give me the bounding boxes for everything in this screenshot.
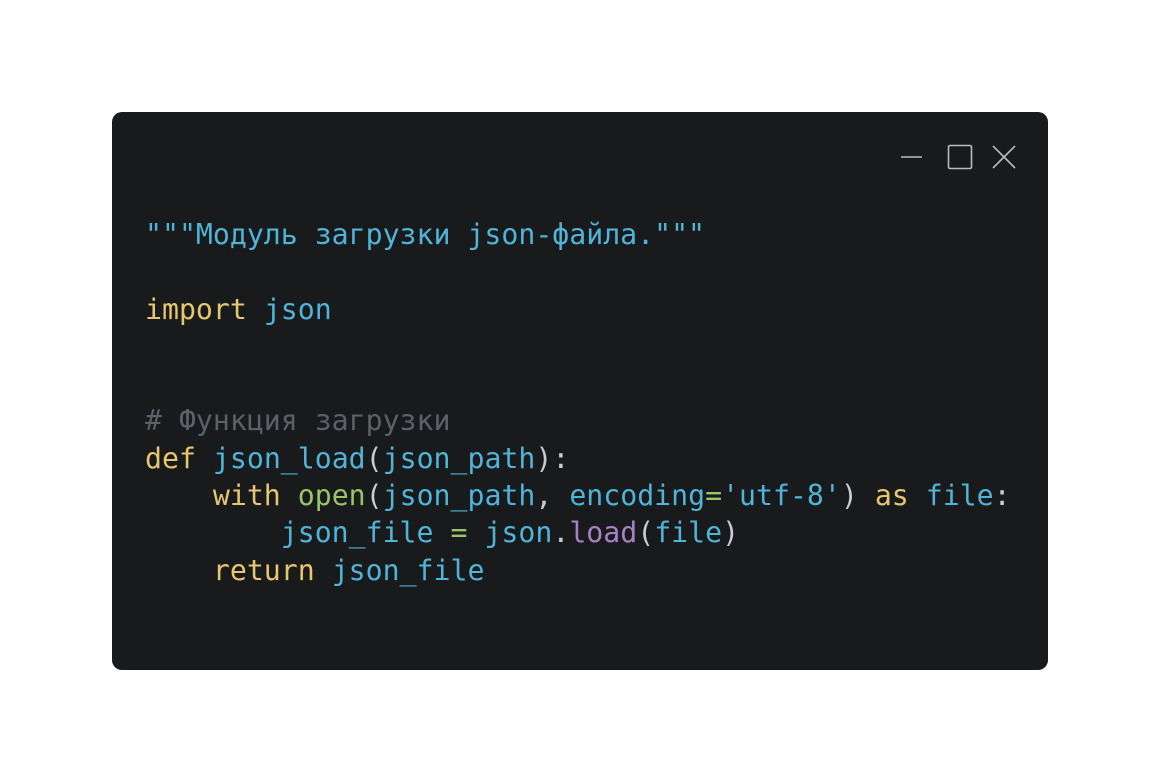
code-token-punctuation: ) [840, 479, 875, 513]
code-token-identifier: json_path [382, 479, 536, 513]
code-token-punctuation [467, 516, 484, 549]
window-controls [0, 144, 1160, 170]
code-token-punctuation: : [993, 479, 1011, 513]
code-token-keyword: import [145, 292, 247, 326]
code-token-identifier: file [654, 516, 723, 550]
code-token-identifier: encoding [569, 479, 706, 513]
code-token-punctuation: ): [535, 441, 570, 475]
code-token-punctuation [196, 442, 213, 475]
code-token-punctuation [145, 554, 213, 587]
code-token-punctuation [145, 479, 213, 512]
code-line: # Функция загрузки [145, 402, 1011, 439]
code-token-punctuation [909, 479, 926, 512]
code-token-punctuation: ( [365, 479, 383, 513]
code-token-identifier: json_load [212, 441, 366, 475]
code-token-punctuation: ( [365, 441, 383, 475]
code-token-keyword: return [212, 553, 315, 587]
code-line: import json [145, 291, 1011, 328]
code-token-operator: = [705, 479, 723, 513]
code-token-punctuation [281, 479, 298, 512]
code-token-comment: # Функция загрузки [145, 404, 451, 438]
code-line: json_file = json.load(file) [145, 514, 1011, 551]
code-token-keyword: with [212, 479, 281, 513]
code-token-punctuation: ( [637, 516, 655, 550]
minimize-icon[interactable] [898, 144, 924, 170]
code-token-identifier: json [484, 516, 553, 550]
code-line: with open(json_path, encoding='utf-8') a… [145, 477, 1011, 514]
code-token-identifier: json_file [280, 516, 434, 550]
code-token-identifier: json_path [382, 441, 536, 475]
code-token-punctuation [434, 516, 451, 549]
code-token-punctuation [315, 554, 332, 587]
code-line: def json_load(json_path): [145, 440, 1011, 477]
code-token-punctuation [145, 516, 281, 549]
code-token-identifier: json [263, 292, 332, 326]
code-token-operator: = [450, 516, 468, 550]
code-token-identifier: json_file [331, 553, 485, 587]
code-token-builtin: open [297, 479, 366, 513]
code-token-identifier: file [925, 479, 994, 513]
code-token-keyword: as [874, 479, 909, 513]
code-token-keyword: def [145, 441, 196, 475]
code-token-punctuation [247, 293, 264, 326]
code-token-docstring: """Модуль загрузки json-файла.""" [145, 218, 706, 251]
code-token-method: load [569, 516, 638, 550]
maximize-icon[interactable] [947, 144, 973, 170]
close-icon[interactable] [991, 144, 1017, 170]
code-token-punctuation: , [535, 479, 570, 513]
code-token-string: 'utf-8' [722, 479, 841, 513]
code-line: return json_file [145, 552, 1011, 589]
code-line: """Модуль загрузки json-файла.""" [145, 216, 1011, 253]
code-token-punctuation: . [552, 516, 570, 550]
code-token-punctuation: ) [722, 516, 740, 550]
code-block: """Модуль загрузки json-файла.""" import … [145, 216, 1011, 589]
